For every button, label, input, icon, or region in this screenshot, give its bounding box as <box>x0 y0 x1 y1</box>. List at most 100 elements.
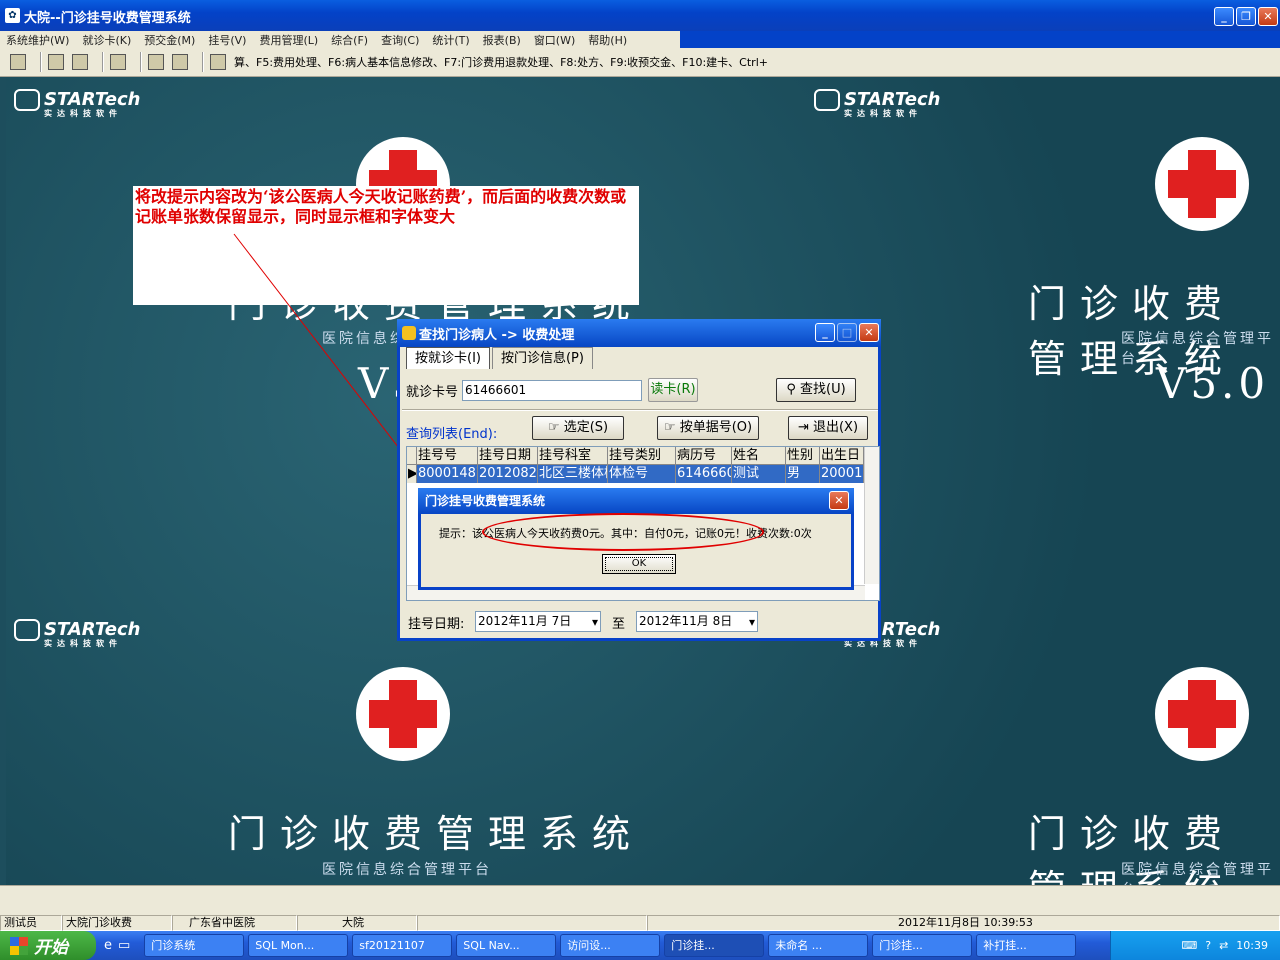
read-card-button[interactable]: 读卡(R) <box>648 378 699 402</box>
bottom-panel <box>0 885 1280 915</box>
task-button[interactable]: 未命名 ... <box>768 934 869 957</box>
cell: 80001487 <box>418 465 478 483</box>
task-button[interactable]: 门诊系统 <box>144 934 245 957</box>
tab-by-card[interactable]: 按就诊卡(I) <box>406 347 490 369</box>
column-header[interactable]: 挂号号 <box>417 447 478 464</box>
card-number-input[interactable]: 61466601 <box>462 379 643 401</box>
menu-stats[interactable]: 统计(T) <box>432 32 469 48</box>
date-to-picker[interactable]: 2012年11月 8日 ▾ <box>636 611 758 632</box>
system-tray: ⌨ ? ⇄ 10:39 <box>1110 931 1280 960</box>
cash-icon[interactable] <box>172 54 188 70</box>
message-title: 门诊挂号收费管理系统 <box>418 488 854 514</box>
tab-by-outpatient[interactable]: 按门诊信息(P) <box>491 347 593 369</box>
logo-mark-icon <box>814 89 840 111</box>
menu-system[interactable]: 系统维护(W) <box>6 32 69 48</box>
row-pointer-icon: ▶ <box>407 465 417 483</box>
task-button[interactable]: SQL Nav... <box>456 934 557 957</box>
column-header[interactable]: 出生日 <box>820 447 864 464</box>
close-button[interactable]: ✕ <box>1258 7 1278 26</box>
window-titlebar: ✿ 大院--门诊挂号收费管理系统 _ ❐ ✕ <box>0 0 1280 32</box>
date-from-picker[interactable]: 2012年11月 7日 ▾ <box>475 611 601 632</box>
vertical-scrollbar[interactable] <box>864 447 879 584</box>
network-icon[interactable]: ⇄ <box>1219 939 1228 952</box>
menu-reports[interactable]: 报表(B) <box>483 32 521 48</box>
menu-help[interactable]: 帮助(H) <box>588 32 627 48</box>
card-number-label: 就诊卡号 <box>406 384 459 400</box>
toolbar-separator <box>102 52 104 72</box>
thermometer-icon[interactable] <box>10 54 26 70</box>
menu-register[interactable]: 挂号(V) <box>208 32 246 48</box>
task-button[interactable]: 访问设... <box>560 934 661 957</box>
column-header[interactable]: 病历号 <box>676 447 732 464</box>
select-button[interactable]: ☞ 选定(S) <box>532 416 624 440</box>
clock[interactable]: 10:39 <box>1236 939 1268 952</box>
column-header[interactable]: 挂号科室 <box>538 447 608 464</box>
ok-button[interactable]: OK <box>602 554 676 574</box>
card-row: 就诊卡号 61466601 读卡(R) ⚲ 查找(U) <box>406 375 876 405</box>
dropdown-arrow-icon[interactable]: ▾ <box>749 613 755 632</box>
show-desktop-icon[interactable]: ▭ <box>118 938 130 953</box>
status-station: 大院门诊收费 <box>62 915 172 931</box>
message-text: 提示：该公医病人今天收药费0元。其中：自付0元，记账0元！收费次数:0次 <box>439 527 812 540</box>
dialog-tabs: 按就诊卡(I) 按门诊信息(P) <box>406 347 595 369</box>
table-row[interactable]: ▶ 80001487 20120821 北区三楼体检 体检号 61466601 … <box>407 465 879 483</box>
startech-logo: STARTech 实达科技软件 <box>14 619 140 649</box>
find-patient-dialog: 查找门诊病人 -> 收费处理 _ □ ✕ 按就诊卡(I) 按门诊信息(P) 就诊… <box>397 319 881 641</box>
dialog-title: 查找门诊病人 -> 收费处理 <box>419 327 575 343</box>
cell: 200010 <box>821 465 864 483</box>
logo-mark-icon <box>14 89 40 111</box>
window-title: 大院--门诊挂号收费管理系统 <box>24 10 191 26</box>
book-icon[interactable] <box>110 54 126 70</box>
minimize-button[interactable]: _ <box>1214 7 1234 26</box>
grid-header: 挂号号 挂号日期 挂号科室 挂号类别 病历号 姓名 性别 出生日 <box>407 447 879 465</box>
dropdown-arrow-icon[interactable]: ▾ <box>592 613 598 632</box>
menu-card[interactable]: 就诊卡(K) <box>82 32 131 48</box>
by-receipt-button[interactable]: ☞ 按单据号(O) <box>657 416 759 440</box>
column-header[interactable]: 挂号类别 <box>608 447 676 464</box>
to-label: 至 <box>612 617 626 632</box>
register-icon[interactable] <box>48 54 64 70</box>
exit-icon[interactable] <box>210 54 226 70</box>
row-indicator-header <box>407 447 417 464</box>
dialog-minimize-button[interactable]: _ <box>815 323 835 342</box>
menu-query[interactable]: 查询(C) <box>381 32 419 48</box>
windows-logo-icon <box>10 936 28 955</box>
menu-window[interactable]: 窗口(W) <box>534 32 575 48</box>
dialog-close-button[interactable]: ✕ <box>859 323 879 342</box>
task-button[interactable]: 门诊挂... <box>872 934 973 957</box>
task-button[interactable]: 补打挂... <box>976 934 1077 957</box>
version-label: V5.0 <box>1156 359 1270 408</box>
task-button[interactable]: sf20121107 <box>352 934 453 957</box>
column-header[interactable]: 性别 <box>786 447 820 464</box>
restore-button[interactable]: ❐ <box>1236 7 1256 26</box>
dialog-maximize-button: □ <box>837 323 857 342</box>
column-header[interactable]: 姓名 <box>732 447 786 464</box>
reg-date-label: 挂号日期: <box>408 617 465 632</box>
menu-deposit[interactable]: 预交金(M) <box>144 32 195 48</box>
annotation-note: 将改提示内容改为‘该公医病人今天收记账药费’，而后面的收费次数或记账单张数保留显… <box>133 186 639 305</box>
find-button[interactable]: ⚲ 查找(U) <box>776 378 857 402</box>
hand-pointer-icon: ☞ <box>547 420 560 435</box>
task-button[interactable]: 门诊挂... <box>664 934 765 957</box>
exit-button[interactable]: ⇥ 退出(X) <box>788 416 868 440</box>
dialog-titlebar: 查找门诊病人 -> 收费处理 _ □ ✕ <box>397 319 881 347</box>
fee-icon[interactable] <box>72 54 88 70</box>
menu-general[interactable]: 综合(F) <box>331 32 368 48</box>
binoculars-icon: ⚲ <box>786 382 796 397</box>
calculator-icon[interactable] <box>148 54 164 70</box>
help-icon[interactable]: ? <box>1205 939 1211 952</box>
status-campus: 大院 <box>297 915 417 931</box>
status-datetime: 2012年11月8日 10:39:53 <box>647 915 1280 931</box>
message-close-button[interactable]: ✕ <box>829 491 849 510</box>
column-header[interactable]: 挂号日期 <box>478 447 538 464</box>
keyboard-icon[interactable]: ⌨ <box>1181 939 1197 952</box>
ie-icon[interactable]: e <box>104 938 112 953</box>
toolbar: 算、F5:费用处理、F6:病人基本信息修改、F7:门诊费用退款处理、F8:处方、… <box>0 48 1280 77</box>
start-button[interactable]: 开始 <box>0 931 96 960</box>
menu-fees[interactable]: 费用管理(L) <box>259 32 318 48</box>
toolbar-separator <box>202 52 204 72</box>
cell: 体检号 <box>608 465 676 483</box>
task-button[interactable]: SQL Mon... <box>248 934 349 957</box>
message-box: 门诊挂号收费管理系统 ✕ 提示：该公医病人今天收药费0元。其中：自付0元，记账0… <box>418 488 854 590</box>
logo-mark-icon <box>14 619 40 641</box>
